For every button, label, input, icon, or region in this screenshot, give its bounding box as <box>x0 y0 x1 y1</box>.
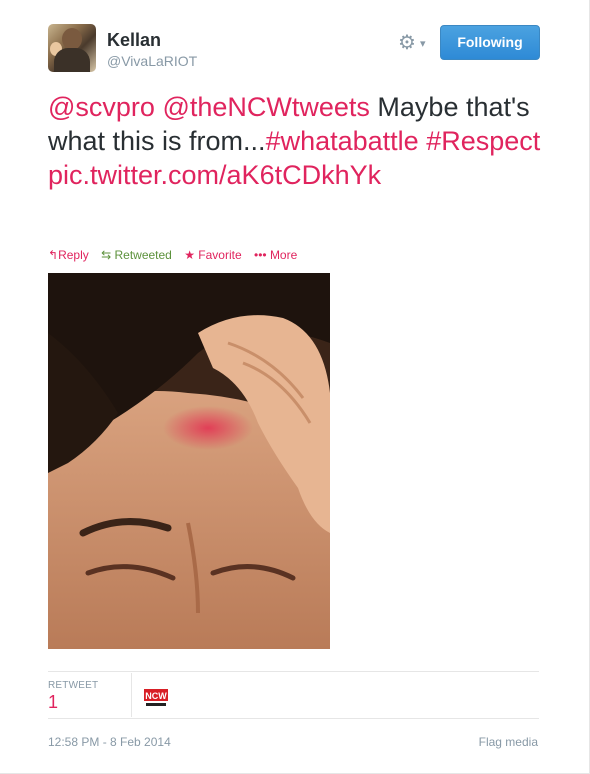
retweeter-avatar[interactable]: NCW <box>143 683 169 709</box>
chevron-down-icon: ▾ <box>420 38 426 50</box>
retweet-action[interactable]: ⇆ Retweeted <box>101 248 172 262</box>
tweet-text: @scvpro @theNCWtweets Maybe that's what … <box>48 90 548 192</box>
retweet-stat-label: RETWEET <box>48 680 99 691</box>
gear-icon[interactable]: ⚙ ▾ <box>398 32 432 54</box>
mention-scvpro[interactable]: @scvpro <box>48 92 155 122</box>
retweet-icon: ⇆ <box>101 248 115 262</box>
mention-thencwtweets[interactable]: @theNCWtweets <box>162 92 369 122</box>
tweet-actions: ↰Reply ⇆ Retweeted ★ Favorite ••• More <box>48 248 306 262</box>
ncw-logo-icon: NCW <box>143 683 169 709</box>
flag-media-link[interactable]: Flag media <box>479 735 538 749</box>
user-handle[interactable]: @VivaLaRIOT <box>107 53 197 69</box>
avatar-head <box>62 28 82 50</box>
user-avatar[interactable] <box>48 24 96 72</box>
user-name[interactable]: Kellan <box>107 30 161 51</box>
tweet-photo[interactable] <box>48 273 330 649</box>
stats-separator <box>131 673 132 717</box>
gear-glyph: ⚙ <box>398 32 416 54</box>
tweet-timestamp[interactable]: 12:58 PM - 8 Feb 2014 <box>48 735 171 749</box>
tweet-card: Kellan @VivaLaRIOT ⚙ ▾ Following @scvpro… <box>0 0 590 774</box>
pic-link[interactable]: pic.twitter.com/aK6tCDkhYk <box>48 160 381 190</box>
retweet-stat-count[interactable]: 1 <box>48 692 58 713</box>
more-action[interactable]: ••• More <box>254 248 297 262</box>
divider <box>48 671 539 672</box>
bruise-mark <box>163 406 253 450</box>
reply-icon: ↰ <box>48 248 59 262</box>
more-label: More <box>269 248 298 262</box>
star-icon: ★ <box>184 248 199 262</box>
hashtag-whatabattle[interactable]: #whatabattle <box>266 126 419 156</box>
favorite-label: Favorite <box>198 248 242 262</box>
favorite-action[interactable]: ★ Favorite <box>184 248 241 262</box>
divider <box>48 718 539 719</box>
reply-label: Reply <box>58 248 89 262</box>
retweet-label: Retweeted <box>114 248 172 262</box>
hashtag-respect[interactable]: #Respect <box>426 126 540 156</box>
reply-action[interactable]: ↰Reply <box>48 248 89 262</box>
ncw-logo-text: NCW <box>145 691 167 701</box>
photo-illustration <box>48 273 330 649</box>
following-button[interactable]: Following <box>440 25 540 60</box>
more-dots-icon: ••• <box>254 248 270 262</box>
avatar-body <box>54 48 90 72</box>
